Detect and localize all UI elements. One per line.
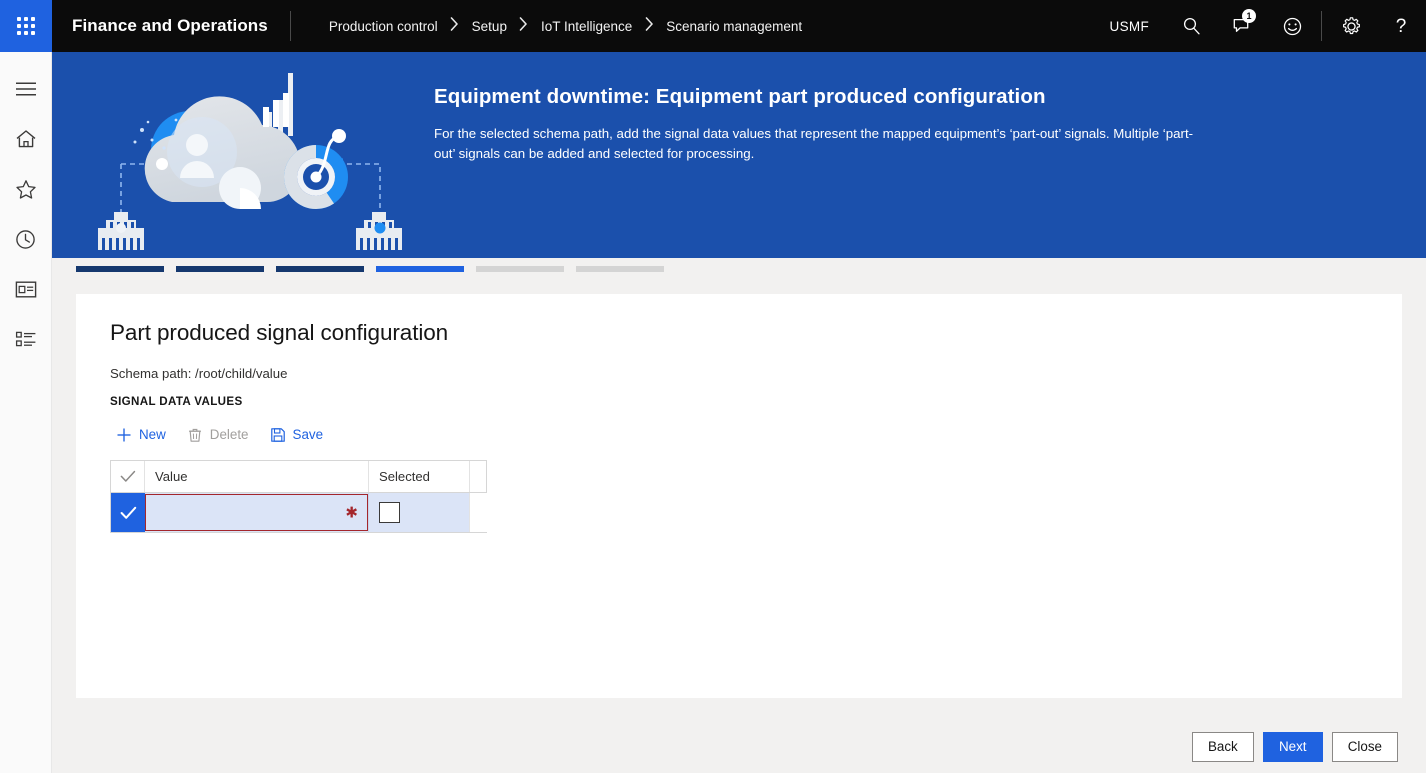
main-content: Equipment downtime: Equipment part produ… bbox=[52, 52, 1426, 773]
favorites-star-icon[interactable] bbox=[0, 164, 52, 214]
page-title: Equipment downtime: Equipment part produ… bbox=[434, 85, 1046, 108]
section-label-signal-data-values: SIGNAL DATA VALUES bbox=[110, 395, 243, 408]
svg-text:?: ? bbox=[1396, 16, 1407, 37]
new-button-label: New bbox=[139, 427, 166, 443]
row-spacer-cell bbox=[470, 493, 490, 532]
breadcrumb-chevron-icon bbox=[440, 17, 470, 35]
selected-checkbox[interactable] bbox=[379, 502, 400, 523]
back-button[interactable]: Back bbox=[1191, 731, 1254, 762]
wizard-progress-steps bbox=[52, 258, 1426, 294]
selected-cell[interactable] bbox=[369, 493, 470, 532]
card-area: Part produced signal configuration Schem… bbox=[52, 294, 1426, 720]
schema-path-text: Schema path: /root/child/value bbox=[110, 366, 288, 381]
company-selector[interactable]: USMF bbox=[1092, 19, 1167, 34]
topbar-actions: USMF 1 ? bbox=[1092, 0, 1426, 52]
new-button[interactable]: New bbox=[110, 422, 177, 448]
value-cell[interactable]: ✱ bbox=[145, 493, 369, 532]
grid-header-row: Value Selected bbox=[111, 461, 486, 493]
recent-clock-icon[interactable] bbox=[0, 214, 52, 264]
row-selector-checkmark-icon[interactable] bbox=[111, 493, 145, 532]
app-brand-title[interactable]: Finance and Operations bbox=[52, 0, 290, 52]
wizard-step-5[interactable] bbox=[476, 266, 564, 272]
select-all-checkmark-icon[interactable] bbox=[111, 461, 145, 492]
hero-text-block: Equipment downtime: Equipment part produ… bbox=[434, 84, 1386, 165]
delete-button[interactable]: Delete bbox=[181, 422, 260, 448]
body-wrapper: Equipment downtime: Equipment part produ… bbox=[0, 52, 1426, 773]
grid-dots-icon bbox=[17, 17, 35, 35]
value-input[interactable] bbox=[145, 494, 368, 531]
hero-banner: Equipment downtime: Equipment part produ… bbox=[52, 52, 1426, 258]
column-header-value[interactable]: Value bbox=[145, 461, 369, 492]
breadcrumb-item-1[interactable]: Setup bbox=[470, 19, 509, 34]
topbar-divider-2 bbox=[1321, 11, 1322, 41]
page-description: For the selected schema path, add the si… bbox=[434, 125, 1194, 162]
top-navigation-bar: Finance and Operations Production contro… bbox=[0, 0, 1426, 52]
notifications-icon[interactable]: 1 bbox=[1217, 0, 1267, 52]
home-icon[interactable] bbox=[0, 114, 52, 164]
app-launcher-button[interactable] bbox=[0, 0, 52, 52]
iot-cloud-analytics-illustration bbox=[80, 52, 420, 258]
wizard-step-4[interactable] bbox=[376, 266, 464, 272]
search-icon[interactable] bbox=[1167, 0, 1217, 52]
wizard-step-2[interactable] bbox=[176, 266, 264, 272]
save-floppy-icon bbox=[270, 427, 286, 443]
save-button-label: Save bbox=[292, 427, 324, 443]
left-navigation-rail bbox=[0, 52, 52, 773]
help-question-icon[interactable]: ? bbox=[1376, 0, 1426, 52]
next-button[interactable]: Next bbox=[1262, 731, 1323, 762]
grid-toolbar: New Delete Save bbox=[110, 422, 1372, 448]
column-header-spacer bbox=[470, 461, 490, 492]
settings-gear-icon[interactable] bbox=[1326, 0, 1376, 52]
breadcrumb-chevron-icon bbox=[634, 17, 664, 35]
workspaces-icon[interactable] bbox=[0, 264, 52, 314]
wizard-step-6[interactable] bbox=[576, 266, 664, 272]
hamburger-menu-icon[interactable] bbox=[0, 64, 52, 114]
wizard-footer: Back Next Close bbox=[52, 720, 1426, 773]
save-button[interactable]: Save bbox=[264, 422, 335, 448]
app-root: Finance and Operations Production contro… bbox=[0, 0, 1426, 773]
card-title: Part produced signal configuration bbox=[110, 320, 449, 345]
wizard-step-3[interactable] bbox=[276, 266, 364, 272]
delete-button-label: Delete bbox=[209, 427, 249, 443]
breadcrumb: Production control Setup IoT Intelligenc… bbox=[291, 17, 804, 35]
notification-badge: 1 bbox=[1242, 9, 1256, 23]
configuration-card: Part produced signal configuration Schem… bbox=[76, 294, 1402, 698]
breadcrumb-chevron-icon bbox=[509, 17, 539, 35]
feedback-smiley-icon[interactable] bbox=[1267, 0, 1317, 52]
breadcrumb-item-3[interactable]: Scenario management bbox=[664, 19, 804, 34]
signal-data-values-grid: Value Selected ✱ bbox=[110, 460, 490, 533]
column-header-selected[interactable]: Selected bbox=[369, 461, 470, 492]
breadcrumb-item-0[interactable]: Production control bbox=[327, 19, 440, 34]
plus-icon bbox=[116, 427, 132, 443]
wizard-step-1[interactable] bbox=[76, 266, 164, 272]
table-row[interactable]: ✱ bbox=[111, 493, 490, 532]
close-button[interactable]: Close bbox=[1331, 731, 1398, 762]
breadcrumb-item-2[interactable]: IoT Intelligence bbox=[539, 19, 634, 34]
modules-list-icon[interactable] bbox=[0, 314, 52, 364]
trash-icon bbox=[187, 427, 203, 443]
